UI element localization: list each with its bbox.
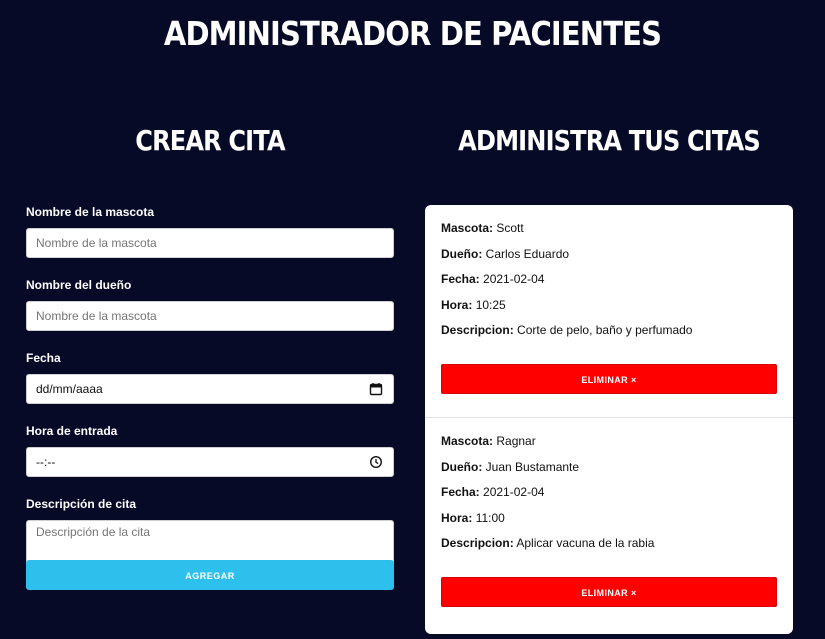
owner-field-label: Dueño: <box>441 459 483 474</box>
time-label: Hora de entrada <box>26 424 118 438</box>
description-value: Corte de pelo, baño y perfumado <box>517 323 693 337</box>
add-appointment-button[interactable]: AGREGAR <box>26 560 394 590</box>
owner-value: Juan Bustamante <box>485 459 580 474</box>
delete-appointment-button[interactable]: ELIMINAR × <box>441 577 777 607</box>
description-field-label: Descripcion: <box>441 536 514 550</box>
pet-field-label: Mascota: <box>441 221 494 235</box>
appointment-description: Descripcion: Aplicar vacuna de la rabia <box>441 531 777 557</box>
time-field-label: Hora: <box>441 510 473 525</box>
date-input-value: dd/mm/aaaa <box>36 382 103 396</box>
pet-name-input[interactable]: Nombre de la mascota <box>26 228 394 258</box>
page: ADMINISTRADOR DE PACIENTES CREAR CITA AD… <box>0 0 825 639</box>
time-input-value: --:-- <box>36 455 56 469</box>
appointments-title: ADMINISTRA TUS CITAS <box>458 124 761 157</box>
appointment-owner: Dueño: Carlos Eduardo <box>441 242 777 268</box>
appointment-item: Mascota: Ragnar Dueño: Juan Bustamante F… <box>425 418 793 607</box>
clock-icon[interactable] <box>369 455 383 469</box>
pet-field-label: Mascota: <box>441 434 494 448</box>
date-value: 2021-02-04 <box>483 485 545 499</box>
time-value: 11:00 <box>475 510 505 525</box>
owner-name-label: Nombre del dueño <box>26 278 132 292</box>
owner-value: Carlos Eduardo <box>485 246 570 261</box>
pet-name-label: Nombre de la mascota <box>26 205 155 219</box>
description-field-label: Descripcion: <box>441 323 514 337</box>
description-value: Aplicar vacuna de la rabia <box>516 536 655 550</box>
appointments-card: Mascota: Scott Dueño: Carlos Eduardo Fec… <box>425 205 793 634</box>
create-appointment-title: CREAR CITA <box>135 124 285 157</box>
time-value: 10:25 <box>475 297 506 312</box>
appointment-owner: Dueño: Juan Bustamante <box>441 455 777 481</box>
appointment-pet: Mascota: Scott <box>441 216 777 242</box>
date-input[interactable]: dd/mm/aaaa <box>26 374 394 404</box>
owner-field-label: Dueño: <box>441 246 483 261</box>
appointment-date: Fecha: 2021-02-04 <box>441 480 777 506</box>
appointment-pet: Mascota: Ragnar <box>441 429 777 455</box>
create-appointment-form: Nombre de la mascota Nombre de la mascot… <box>26 204 394 572</box>
page-title: ADMINISTRADOR DE PACIENTES <box>163 14 662 53</box>
pet-value: Ragnar <box>496 434 536 448</box>
pet-value: Scott <box>496 221 524 235</box>
description-placeholder: Descripción de la cita <box>36 525 151 539</box>
date-label: Fecha <box>26 351 61 365</box>
delete-appointment-button[interactable]: ELIMINAR × <box>441 364 777 394</box>
date-field-label: Fecha: <box>441 272 480 286</box>
appointment-description: Descripcion: Corte de pelo, baño y perfu… <box>441 318 777 344</box>
appointment-date: Fecha: 2021-02-04 <box>441 267 777 293</box>
calendar-icon[interactable] <box>369 382 383 396</box>
date-value: 2021-02-04 <box>483 272 545 286</box>
appointment-item: Mascota: Scott Dueño: Carlos Eduardo Fec… <box>425 205 793 418</box>
appointment-time: Hora: 11:00 <box>441 506 777 532</box>
appointment-time: Hora: 10:25 <box>441 293 777 319</box>
time-field-label: Hora: <box>441 297 473 312</box>
time-input[interactable]: --:-- <box>26 447 394 477</box>
owner-name-input[interactable]: Nombre de la mascota <box>26 301 394 331</box>
date-field-label: Fecha: <box>441 485 480 499</box>
description-label: Descripción de cita <box>26 497 137 511</box>
